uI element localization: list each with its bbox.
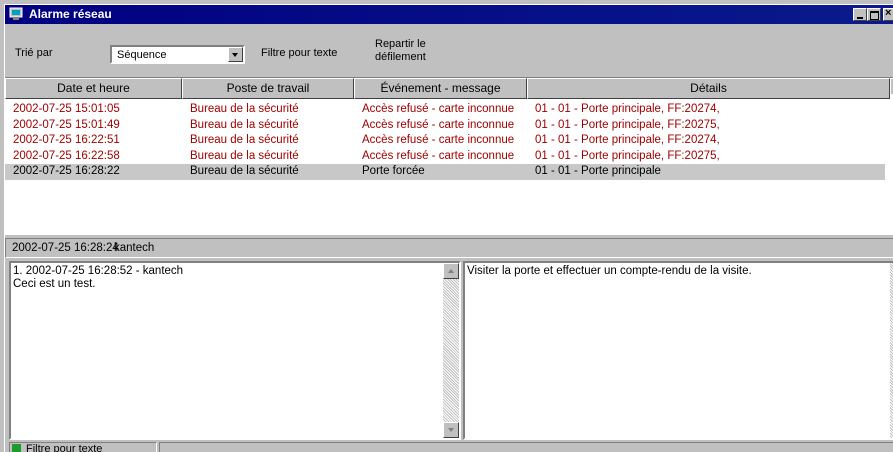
- sort-select-value: Séquence: [117, 49, 167, 61]
- table-row[interactable]: 2002-07-25 15:01:05 Bureau de la sécurit…: [5, 102, 885, 118]
- column-header-date[interactable]: Date et heure: [5, 78, 182, 99]
- close-button[interactable]: ×: [883, 7, 893, 21]
- grid-header: Date et heure Poste de travail Événement…: [5, 78, 890, 99]
- table-row[interactable]: 2002-07-25 16:22:58 Bureau de la sécurit…: [5, 149, 885, 165]
- cell-workstation: Bureau de la sécurité: [190, 103, 299, 115]
- grid-rows: 2002-07-25 15:01:05 Bureau de la sécurit…: [5, 102, 885, 180]
- acknowledge-user: kantech: [114, 242, 155, 254]
- cell-workstation: Bureau de la sécurité: [190, 134, 299, 146]
- cell-event: Porte forcée: [362, 165, 425, 177]
- minimize-button[interactable]: [853, 8, 867, 21]
- table-row[interactable]: 2002-07-25 15:01:49 Bureau de la sécurit…: [5, 118, 885, 134]
- resume-scroll-line1: Repartir le: [375, 38, 426, 50]
- event-grid: Date et heure Poste de travail Événement…: [5, 77, 893, 235]
- toolbar: Trié par Séquence Filtre pour texte Repa…: [5, 25, 893, 75]
- cell-details: 01 - 01 - Porte principale, FF:20274,: [535, 103, 720, 115]
- alarm-window: Alarme réseau × Trié par Séquence Filtre…: [4, 4, 893, 452]
- title-bar[interactable]: Alarme réseau ×: [5, 5, 893, 24]
- cell-details: 01 - 01 - Porte principale, FF:20275,: [535, 118, 720, 131]
- resume-scroll-button[interactable]: Repartir le défilement: [375, 38, 426, 64]
- cell-event: Accès refusé - carte inconnue: [362, 149, 515, 162]
- cell-details: 01 - 01 - Porte principale, FF:20275,: [535, 149, 720, 162]
- cell-date: 2002-07-25 15:01:05: [13, 103, 120, 115]
- comment-line: Ceci est un test.: [13, 277, 96, 290]
- comments-pane[interactable]: 1. 2002-07-25 16:28:52 - kantech Ceci est…: [9, 261, 461, 440]
- chevron-down-icon[interactable]: [228, 47, 243, 62]
- resume-scroll-line2: défilement: [375, 51, 426, 63]
- table-row[interactable]: 2002-07-25 16:22:51 Bureau de la sécurit…: [5, 133, 885, 149]
- cell-date: 2002-07-25 16:22:58: [13, 149, 120, 162]
- cell-workstation: Bureau de la sécurité: [190, 165, 299, 177]
- acknowledge-timestamp: 2002-07-25 16:28:24: [12, 242, 119, 254]
- column-header-workstation[interactable]: Poste de travail: [182, 78, 354, 99]
- column-header-event[interactable]: Événement - message: [354, 78, 527, 99]
- scroll-up-icon[interactable]: [443, 263, 459, 279]
- instructions-pane[interactable]: Visiter la porte et effectuer un compte-…: [463, 261, 893, 440]
- instructions-text: Visiter la porte et effectuer un compte-…: [467, 265, 752, 277]
- text-filter-button[interactable]: Filtre pour texte: [261, 47, 337, 60]
- status-text: Filtre pour texte: [26, 443, 103, 452]
- cell-details: 01 - 01 - Porte principale, FF:20274,: [535, 134, 720, 146]
- status-panel-empty: [159, 442, 893, 452]
- comment-line: 1. 2002-07-25 16:28:52 - kantech: [13, 265, 184, 277]
- column-header-details[interactable]: Détails: [527, 78, 890, 99]
- cell-date: 2002-07-25 16:22:51: [13, 134, 120, 146]
- cell-event: Accès refusé - carte inconnue: [362, 134, 515, 146]
- cell-details: 01 - 01 - Porte principale: [535, 165, 661, 177]
- comments-text[interactable]: 1. 2002-07-25 16:28:52 - kantech Ceci est…: [13, 265, 183, 290]
- monitor-icon: [9, 7, 23, 20]
- scroll-down-icon[interactable]: [443, 422, 459, 438]
- cell-event: Accès refusé - carte inconnue: [362, 103, 515, 115]
- window-title: Alarme réseau: [29, 7, 112, 21]
- sort-label: Trié par: [15, 47, 53, 59]
- maximize-button[interactable]: [867, 8, 881, 21]
- cell-workstation: Bureau de la sécurité: [190, 149, 299, 162]
- status-led-icon: [12, 444, 21, 452]
- acknowledge-info-bar: 2002-07-25 16:28:24 kantech: [5, 238, 893, 258]
- status-bar: Filtre pour texte: [5, 441, 893, 452]
- close-icon: ×: [885, 7, 892, 19]
- comments-scrollbar[interactable]: [443, 263, 459, 438]
- cell-workstation: Bureau de la sécurité: [190, 118, 299, 131]
- sort-select[interactable]: Séquence: [110, 45, 245, 64]
- status-panel: Filtre pour texte: [9, 442, 157, 452]
- cell-date: 2002-07-25 15:01:49: [13, 118, 120, 131]
- cell-event: Accès refusé - carte inconnue: [362, 118, 515, 131]
- cell-date: 2002-07-25 16:28:22: [13, 165, 120, 177]
- table-row-selected[interactable]: 2002-07-25 16:28:22 Bureau de la sécurit…: [5, 164, 885, 180]
